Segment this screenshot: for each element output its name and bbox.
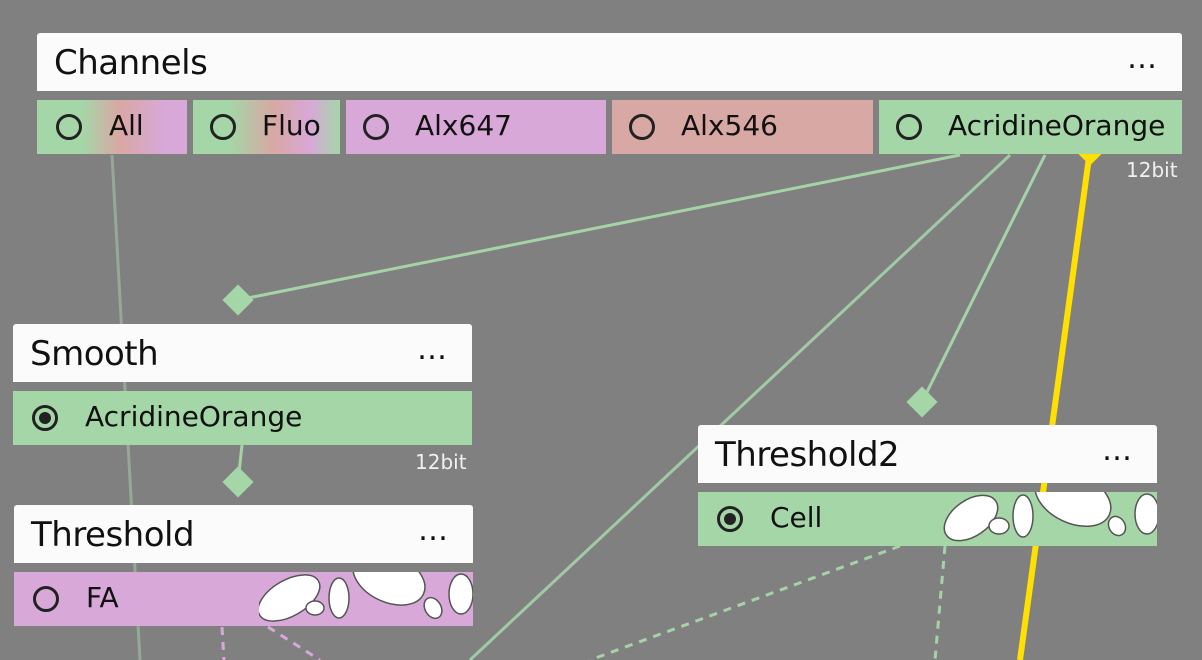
threshold-channel-row[interactable]: FA bbox=[14, 572, 473, 626]
radio-icon[interactable] bbox=[896, 114, 922, 140]
node-title: Threshold2 bbox=[715, 435, 900, 475]
channel-label: AcridineOrange bbox=[948, 109, 1166, 142]
channel-label: Cell bbox=[770, 501, 823, 534]
channel-label: Alx647 bbox=[415, 109, 512, 142]
bit-depth-label: 12bit bbox=[415, 450, 467, 474]
node-title: Smooth bbox=[30, 334, 159, 374]
smooth-channel-row[interactable]: AcridineOrange bbox=[13, 391, 472, 445]
more-menu-icon[interactable]: … bbox=[1102, 425, 1133, 483]
threshold-node[interactable]: Threshold … bbox=[14, 505, 473, 563]
channel-button-all[interactable]: All bbox=[37, 100, 187, 154]
radio-icon[interactable] bbox=[210, 114, 236, 140]
radio-icon[interactable] bbox=[33, 586, 59, 612]
more-menu-icon[interactable]: … bbox=[1127, 33, 1158, 91]
channel-label: Fluo bbox=[262, 109, 321, 142]
channels-node-header[interactable]: Channels … bbox=[37, 33, 1182, 91]
channel-label: AcridineOrange bbox=[85, 400, 303, 433]
channel-label: FA bbox=[86, 581, 119, 614]
radio-icon[interactable] bbox=[629, 114, 655, 140]
channel-button-acridineorange[interactable]: AcridineOrange bbox=[879, 100, 1182, 154]
mask-thumbnail-icon bbox=[943, 492, 1157, 542]
channel-label: Alx546 bbox=[681, 109, 778, 142]
smooth-node-header[interactable]: Smooth … bbox=[13, 324, 472, 382]
wire-smooth-to-threshold bbox=[236, 444, 244, 483]
radio-icon[interactable] bbox=[363, 114, 389, 140]
bit-depth-label: 12bit bbox=[1126, 158, 1178, 182]
wire-ao-to-threshold2 bbox=[920, 154, 1047, 403]
radio-selected-icon[interactable] bbox=[32, 405, 58, 431]
mask-thumbnail-icon bbox=[259, 572, 473, 622]
radio-icon[interactable] bbox=[56, 114, 82, 140]
threshold-node-header[interactable]: Threshold … bbox=[14, 505, 473, 563]
wire-dashed-cell bbox=[589, 544, 901, 660]
input-port-threshold bbox=[222, 466, 254, 498]
wire-ao-to-threshold-row bbox=[468, 153, 1012, 660]
input-port-smooth bbox=[222, 284, 254, 316]
node-title: Channels bbox=[54, 43, 208, 83]
threshold2-channel-row[interactable]: Cell bbox=[698, 492, 1157, 546]
wire-selected bbox=[1017, 149, 1093, 660]
wire-ao-to-smooth bbox=[237, 153, 961, 302]
channels-node[interactable]: Channels … bbox=[37, 33, 1182, 91]
wire-dashed-fa-1 bbox=[220, 626, 226, 660]
threshold2-node[interactable]: Threshold2 … bbox=[698, 425, 1157, 483]
channel-button-alx546[interactable]: Alx546 bbox=[612, 100, 873, 154]
input-port-threshold2 bbox=[906, 386, 938, 418]
channel-label: All bbox=[109, 109, 144, 142]
wire-dashed-fa-2 bbox=[267, 625, 321, 660]
more-menu-icon[interactable]: … bbox=[418, 505, 449, 563]
wire-dashed-cell-down bbox=[933, 545, 947, 660]
channel-button-alx647[interactable]: Alx647 bbox=[346, 100, 606, 154]
channel-button-fluo[interactable]: Fluo bbox=[193, 100, 340, 154]
threshold2-node-header[interactable]: Threshold2 … bbox=[698, 425, 1157, 483]
smooth-node[interactable]: Smooth … bbox=[13, 324, 472, 382]
radio-selected-icon[interactable] bbox=[717, 506, 743, 532]
node-title: Threshold bbox=[31, 515, 195, 555]
more-menu-icon[interactable]: … bbox=[417, 324, 448, 382]
